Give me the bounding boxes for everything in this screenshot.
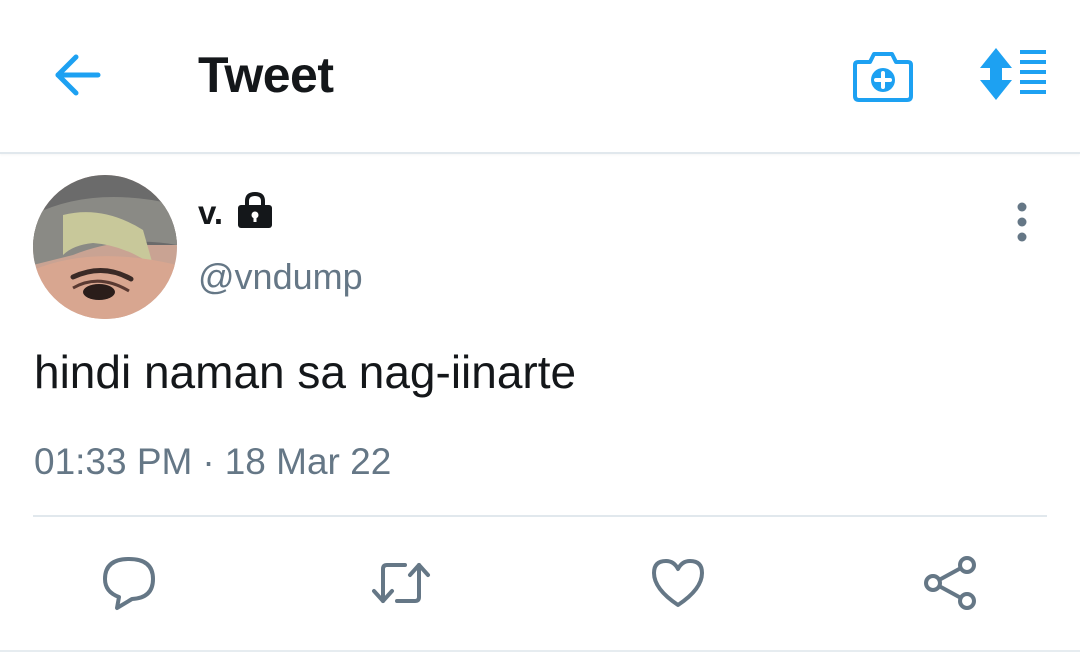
meta-separator: ·: [202, 441, 215, 482]
divider: [33, 515, 1047, 517]
retweet-icon[interactable]: [371, 553, 431, 613]
share-icon[interactable]: [920, 553, 980, 613]
sort-lines-icon[interactable]: [976, 46, 1050, 102]
avatar[interactable]: [33, 175, 177, 319]
lock-icon: [236, 190, 274, 230]
back-arrow-icon[interactable]: [50, 50, 106, 100]
user-handle[interactable]: @vndump: [198, 256, 363, 298]
tweet-detail-screen: Tweet v. @vndump hindi naman sa nag-iina…: [0, 0, 1080, 657]
heart-icon[interactable]: [648, 553, 708, 613]
bottom-divider: [0, 650, 1080, 652]
display-name[interactable]: v.: [198, 194, 223, 232]
tweet-date: 18 Mar 22: [224, 441, 392, 482]
page-title: Tweet: [198, 47, 334, 103]
top-app-bar: Tweet: [0, 0, 1080, 154]
more-options-icon[interactable]: [1004, 200, 1040, 244]
tweet-text: hindi naman sa nag-iinarte: [34, 346, 577, 398]
reply-icon[interactable]: [99, 553, 159, 613]
tweet-time: 01:33 PM: [34, 441, 193, 482]
tweet-timestamp: 01:33 PM · 18 Mar 22: [34, 441, 391, 483]
camera-add-icon[interactable]: [852, 46, 914, 104]
